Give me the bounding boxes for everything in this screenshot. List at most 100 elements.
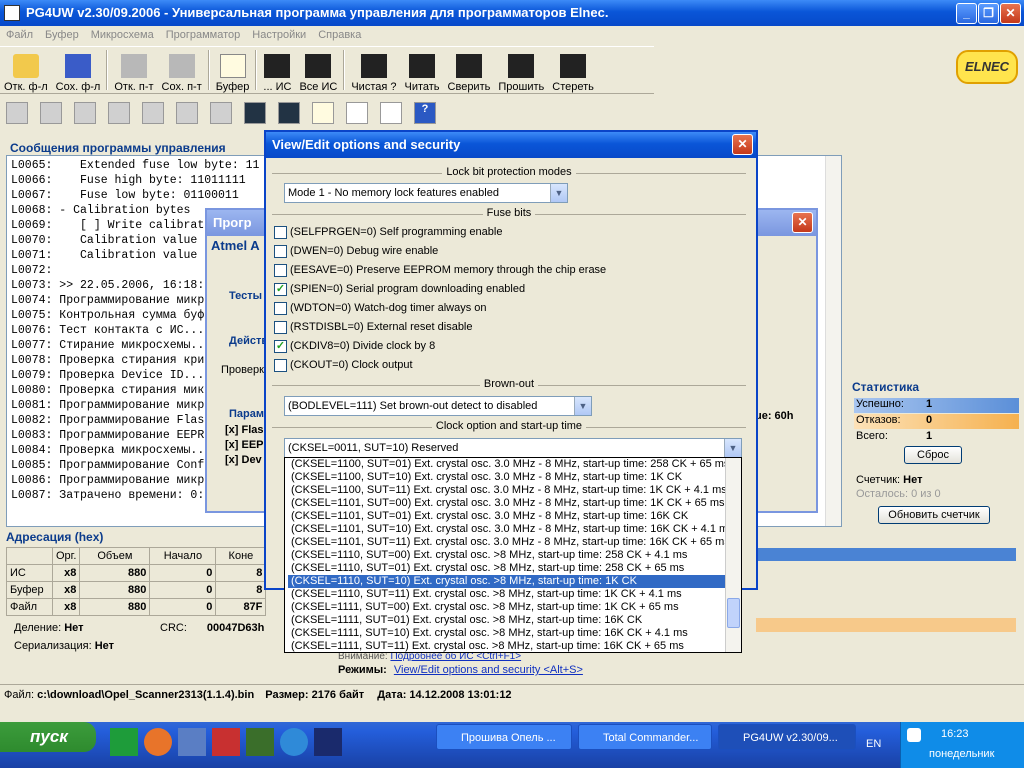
save-project-button[interactable]: Сох. п-т	[158, 47, 206, 93]
close-button[interactable]: ✕	[1000, 3, 1021, 24]
help-icon[interactable]: ?	[414, 102, 436, 124]
dropdown-option[interactable]: (CKSEL=1111, SUT=01) Ext. crystal osc. >…	[288, 614, 725, 627]
page-icon[interactable]	[6, 102, 28, 124]
dropdown-option[interactable]: (CKSEL=1110, SUT=01) Ext. crystal osc. >…	[288, 562, 725, 575]
edit-icon[interactable]	[312, 102, 334, 124]
open-file-button[interactable]: Отк. ф-л	[0, 47, 52, 93]
menu-file[interactable]: Файл	[0, 29, 39, 41]
fuse-checkbox[interactable]: (CKOUT=0) Clock output	[274, 357, 413, 373]
param-value-text: ue: 60h	[755, 410, 794, 422]
fuse-checkbox[interactable]: ✓ (CKDIV8=0) Divide clock by 8	[274, 338, 435, 354]
progress-dialog-header: Atmel A	[211, 238, 260, 253]
statistics-panel: Статистика Успешно: 1 Отказов: 0 Всего: 1 С…	[852, 380, 1022, 530]
actions-group: Действ	[229, 335, 269, 347]
dropdown-option[interactable]: (CKSEL=1101, SUT=00) Ext. crystal osc. 3…	[288, 497, 725, 510]
sigma-icon[interactable]	[380, 102, 402, 124]
menu-settings[interactable]: Настройки	[246, 29, 312, 41]
start-button[interactable]: пуск	[0, 722, 96, 752]
task-total-commander[interactable]: Total Commander...	[578, 724, 712, 750]
chip-info-icon[interactable]	[244, 102, 266, 124]
dropdown-option[interactable]: (CKSEL=1110, SUT=11) Ext. crystal osc. >…	[288, 588, 725, 601]
document-icon[interactable]	[346, 102, 368, 124]
brownout-select[interactable]: (BODLEVEL=111) Set brown-out detect to d…	[284, 396, 592, 416]
chip-settings-icon[interactable]	[278, 102, 300, 124]
network-icon[interactable]	[907, 728, 921, 742]
maximize-button[interactable]: ❐	[978, 3, 999, 24]
lock-mode-select[interactable]: Mode 1 - No memory lock features enabled…	[284, 183, 568, 203]
dropdown-option[interactable]: (CKSEL=1111, SUT=10) Ext. crystal osc. >…	[288, 627, 725, 640]
chip-erase-icon	[560, 54, 587, 78]
param-eeprom: [x] EEP	[225, 439, 264, 451]
fuse-checkbox[interactable]: (DWEN=0) Debug wire enable	[274, 243, 438, 259]
dropdown-option[interactable]: (CKSEL=1101, SUT=10) Ext. crystal osc. 3…	[288, 523, 734, 536]
fuse-checkbox[interactable]: (WDTON=0) Watch-dog timer always on	[274, 300, 487, 316]
pages-icon[interactable]	[176, 102, 198, 124]
fuse-checkbox[interactable]: ✓ (SPIEN=0) Serial program downloading en…	[274, 281, 525, 297]
scroll-thumb[interactable]	[727, 598, 740, 628]
erase-button[interactable]: Стереть	[548, 47, 598, 93]
dropdown-option[interactable]: (CKSEL=1101, SUT=11) Ext. crystal osc. 3…	[288, 536, 730, 549]
blank-check-button[interactable]: Чистая ?	[347, 47, 400, 93]
update-counter-button[interactable]: Обновить счетчик	[878, 506, 990, 524]
task-opel[interactable]: Прошива Опель ...	[436, 724, 572, 750]
fuse-checkbox[interactable]: (SELFPRGEN=0) Self programming enable	[274, 224, 502, 240]
options-dialog-close[interactable]: ✕	[732, 134, 753, 155]
notepad-icon	[219, 54, 246, 78]
ie-icon[interactable]	[280, 728, 308, 756]
app-icon[interactable]	[178, 728, 206, 756]
dropdown-option[interactable]: (CKSEL=1110, SUT=00) Ext. crystal osc. >…	[288, 549, 725, 562]
pages-icon[interactable]	[108, 102, 130, 124]
chart-icon[interactable]	[246, 728, 274, 756]
modes-link[interactable]: View/Edit options and security <Alt+S>	[394, 664, 583, 676]
pages-icon[interactable]	[210, 102, 232, 124]
open-project-button[interactable]: Отк. п-т	[110, 47, 157, 93]
checkbox-box[interactable]: ✓	[274, 282, 287, 296]
dropdown-option[interactable]: (CKSEL=1111, SUT=00) Ext. crystal osc. >…	[288, 601, 725, 614]
counter-value: Нет	[903, 474, 923, 486]
read-button[interactable]: Читать	[400, 47, 443, 93]
dropdown-option[interactable]: (CKSEL=1100, SUT=01) Ext. crystal osc. 3…	[288, 458, 729, 471]
checkbox-box[interactable]	[274, 301, 287, 315]
menu-chip[interactable]: Микросхема	[85, 29, 160, 41]
select-ic-button[interactable]: ... ИС	[259, 47, 295, 93]
checkbox-box[interactable]	[274, 244, 287, 258]
program-button[interactable]: Прошить	[494, 47, 548, 93]
dropdown-option[interactable]: (CKSEL=1111, SUT=11) Ext. crystal osc. >…	[288, 640, 725, 652]
task-pg4uw[interactable]: PG4UW v2.30/09...	[718, 724, 856, 750]
app-icon[interactable]	[314, 728, 342, 756]
buffer-button[interactable]: Буфер	[212, 47, 254, 93]
menu-buffer[interactable]: Буфер	[39, 29, 85, 41]
clock-option-dropdown[interactable]: (CKSEL=1100, SUT=01) Ext. crystal osc. 3…	[284, 457, 742, 653]
status-bar: Файл: c:\download\Opel_Scanner2313(1.1.4…	[0, 684, 1024, 704]
menu-help[interactable]: Справка	[312, 29, 367, 41]
fuse-checkbox[interactable]: (RSTDISBL=0) External reset disable	[274, 319, 473, 335]
dropdown-scrollbar[interactable]	[725, 458, 741, 652]
checkbox-box[interactable]: ✓	[274, 339, 287, 353]
dropdown-option[interactable]: (CKSEL=1101, SUT=01) Ext. crystal osc. 3…	[288, 510, 725, 523]
firefox-icon[interactable]	[144, 728, 172, 756]
all-ic-button[interactable]: Все ИС	[295, 47, 341, 93]
dropdown-option[interactable]: (CKSEL=1110, SUT=10) Ext. crystal osc. >…	[288, 575, 725, 588]
fuse-checkbox[interactable]: (EESAVE=0) Preserve EEPROM memory throug…	[274, 262, 606, 278]
save-file-button[interactable]: Сох. ф-л	[52, 47, 105, 93]
minimize-button[interactable]: _	[956, 3, 977, 24]
utorrent-icon[interactable]	[110, 728, 138, 756]
checkbox-box[interactable]	[274, 263, 287, 277]
menu-programmer[interactable]: Программатор	[160, 29, 247, 41]
dropdown-option[interactable]: (CKSEL=1100, SUT=11) Ext. crystal osc. 3…	[288, 484, 727, 497]
verify-button[interactable]: Сверить	[444, 47, 495, 93]
clock-time[interactable]: 16:23	[941, 728, 969, 740]
reset-button[interactable]: Сброс	[904, 446, 962, 464]
floppy-icon[interactable]	[212, 728, 240, 756]
log-scrollbar[interactable]	[825, 156, 841, 526]
clock-option-select[interactable]: (CKSEL=0011, SUT=10) Reserved ▼	[284, 438, 742, 458]
page-icon[interactable]	[40, 102, 62, 124]
page-icon[interactable]	[74, 102, 96, 124]
pages-icon[interactable]	[142, 102, 164, 124]
checkbox-box[interactable]	[274, 320, 287, 334]
progress-dialog-close[interactable]: ✕	[792, 212, 813, 233]
checkbox-box[interactable]	[274, 225, 287, 239]
language-indicator[interactable]: EN	[866, 738, 881, 750]
checkbox-box[interactable]	[274, 358, 287, 372]
dropdown-option[interactable]: (CKSEL=1100, SUT=10) Ext. crystal osc. 3…	[288, 471, 725, 484]
